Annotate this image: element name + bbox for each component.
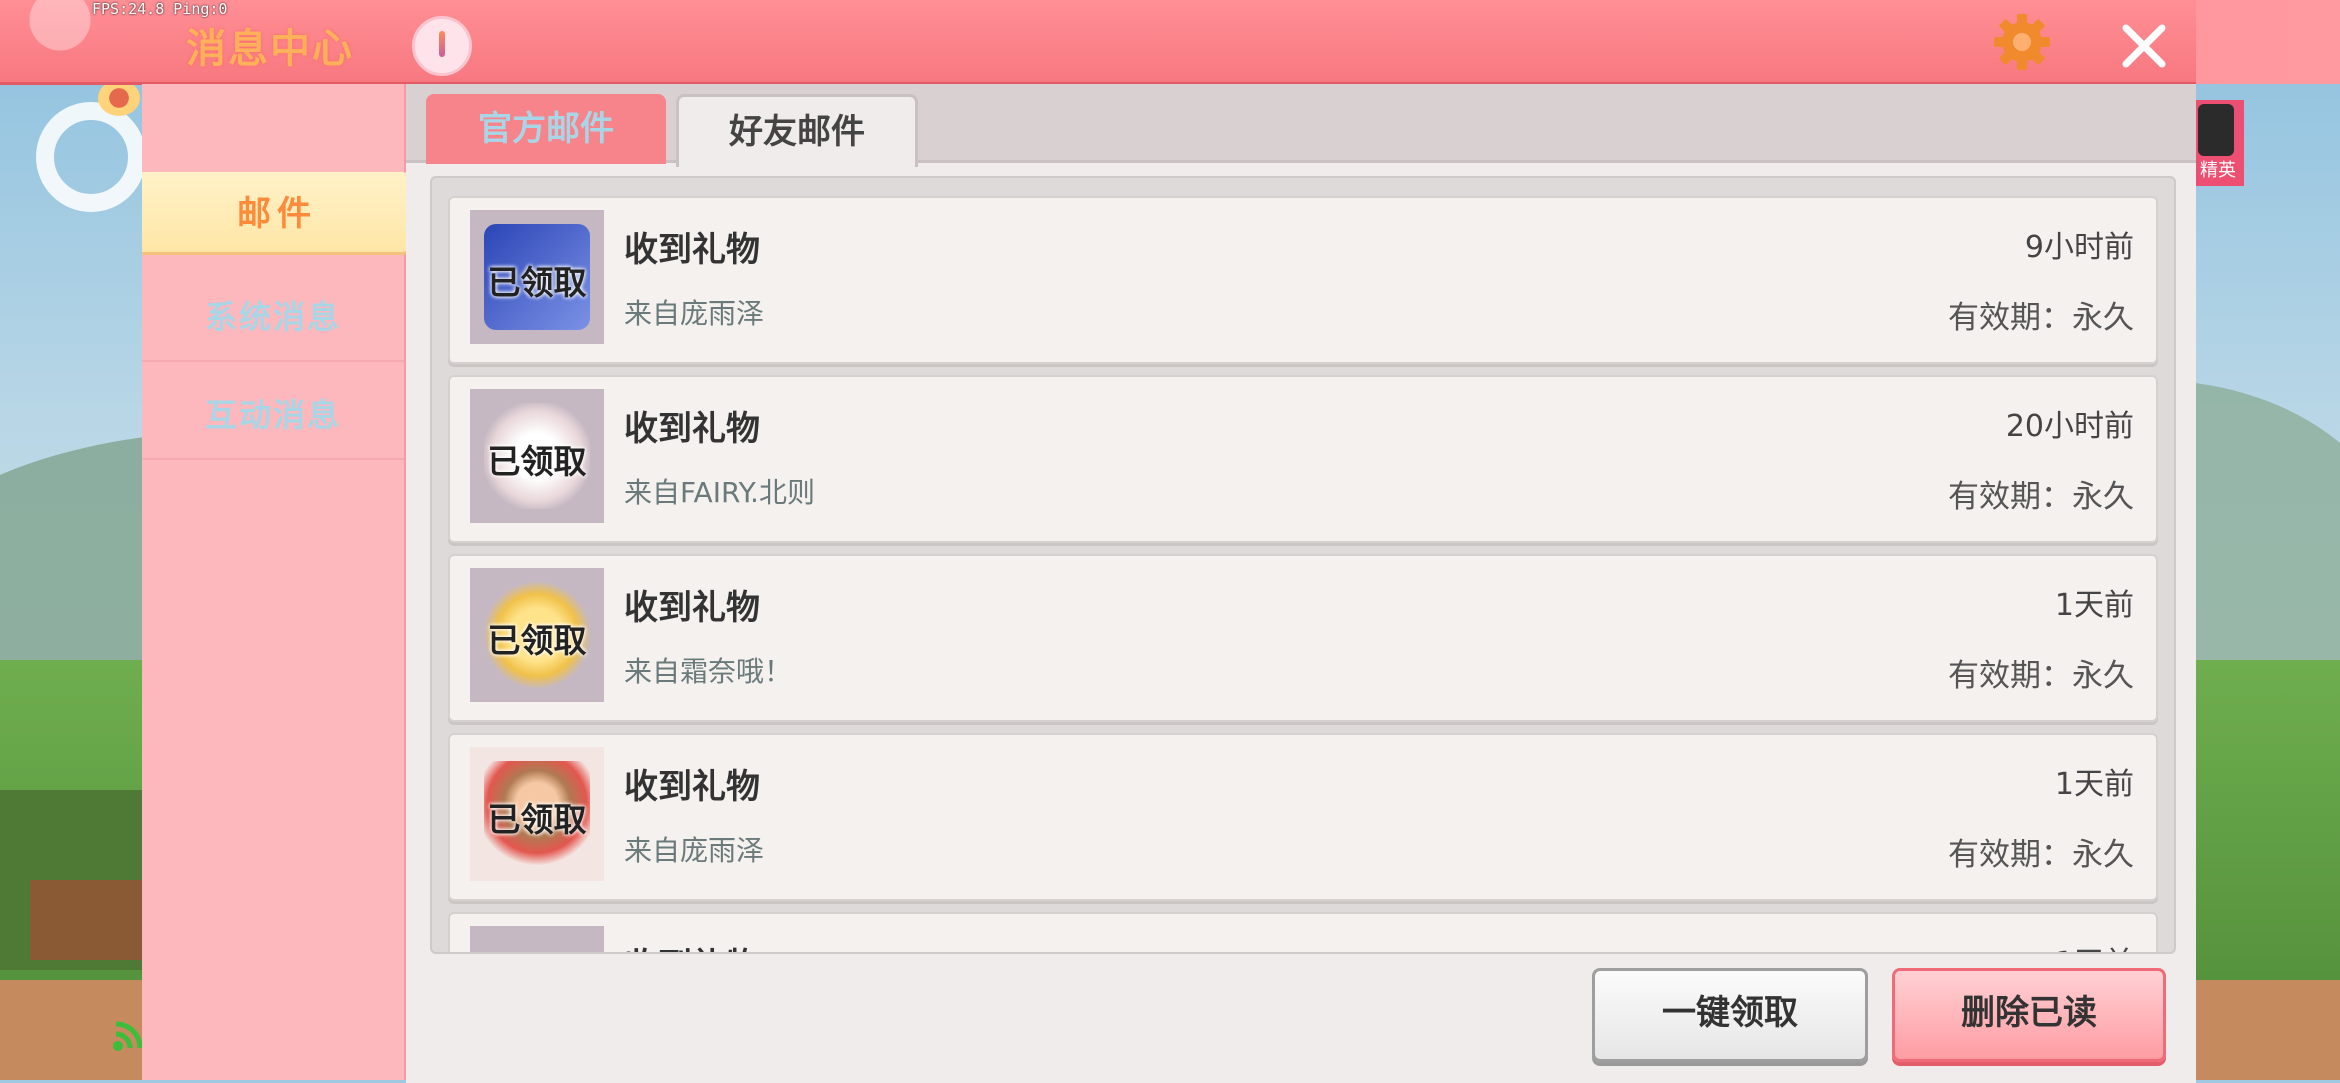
- gift-thumbnail: 已领取: [470, 747, 604, 881]
- signal-icon: [113, 1021, 143, 1051]
- claim-all-button[interactable]: 一键领取: [1592, 968, 1868, 1062]
- character-avatar[interactable]: [98, 80, 140, 116]
- mail-title: 收到礼物: [624, 938, 760, 952]
- mail-item[interactable]: 收到礼物 1天前: [448, 912, 2158, 952]
- info-button[interactable]: [412, 16, 472, 76]
- sidebar-item-mail[interactable]: 邮件: [142, 172, 412, 252]
- mail-time: 1天前: [2054, 767, 2134, 802]
- mail-item[interactable]: 已领取 收到礼物 来自霜奈哦！ 1天前 有效期：永久: [448, 554, 2158, 722]
- mail-title: 收到礼物: [624, 230, 760, 270]
- mail-title: 收到礼物: [624, 409, 760, 449]
- mail-time: 1天前: [2055, 938, 2134, 952]
- close-icon[interactable]: [2116, 18, 2172, 74]
- mail-sender: 来自庞雨泽: [624, 297, 765, 330]
- tab-friend-mail[interactable]: 好友邮件: [676, 94, 918, 167]
- info-icon: [439, 31, 445, 57]
- tab-official-mail[interactable]: 官方邮件: [426, 94, 666, 164]
- page-title: 消息中心: [186, 26, 354, 72]
- sidebar-item-system[interactable]: 系统消息: [142, 262, 404, 362]
- sidebar-item-label: 邮件: [237, 194, 317, 234]
- mail-validity: 有效期：永久: [1948, 837, 2134, 873]
- dirt-block: [30, 880, 150, 960]
- mail-title: 收到礼物: [624, 767, 760, 807]
- claimed-label: 已领取: [487, 442, 587, 481]
- mail-item[interactable]: 已领取 收到礼物 来自FAIRY.北则 20小时前 有效期：永久: [448, 375, 2158, 543]
- mail-sender: 来自FAIRY.北则: [624, 476, 815, 509]
- gift-thumbnail: [470, 926, 604, 952]
- badge-label: 精英: [2200, 160, 2236, 181]
- gift-thumbnail: 已领取: [470, 568, 604, 702]
- claimed-label: 已领取: [487, 800, 587, 839]
- badge-art: [2198, 104, 2234, 156]
- mail-sender: 来自庞雨泽: [624, 834, 765, 867]
- gift-thumbnail: 已领取: [470, 210, 604, 344]
- mail-time: 9小时前: [2024, 230, 2134, 265]
- mail-item[interactable]: 已领取 收到礼物 来自庞雨泽 1天前 有效期：永久: [448, 733, 2158, 901]
- mail-time: 1天前: [2054, 588, 2134, 623]
- sidebar-item-interaction[interactable]: 互动消息: [142, 360, 404, 460]
- delete-read-button[interactable]: 删除已读: [1892, 968, 2166, 1062]
- elite-badge[interactable]: 精英: [2192, 100, 2244, 186]
- mail-time: 20小时前: [2005, 409, 2134, 444]
- gift-thumbnail: 已领取: [470, 389, 604, 523]
- claimed-label: 已领取: [487, 621, 587, 660]
- mail-item[interactable]: 已领取 收到礼物 来自庞雨泽 9小时前 有效期：永久: [448, 196, 2158, 364]
- mail-validity: 有效期：永久: [1948, 300, 2134, 336]
- joystick-ring[interactable]: [36, 102, 146, 212]
- sidebar-item-label: 互动消息: [204, 396, 341, 434]
- mail-validity: 有效期：永久: [1948, 658, 2134, 694]
- mail-sender: 来自霜奈哦！: [624, 655, 793, 688]
- mail-title: 收到礼物: [624, 588, 760, 628]
- mail-list[interactable]: 已领取 收到礼物 来自庞雨泽 9小时前 有效期：永久 已领取 收到礼物 来自FA…: [430, 176, 2176, 954]
- sidebar-item-label: 系统消息: [204, 298, 341, 336]
- gear-icon[interactable]: [1990, 10, 2054, 74]
- mail-validity: 有效期：永久: [1948, 479, 2134, 515]
- claimed-label: 已领取: [487, 263, 587, 302]
